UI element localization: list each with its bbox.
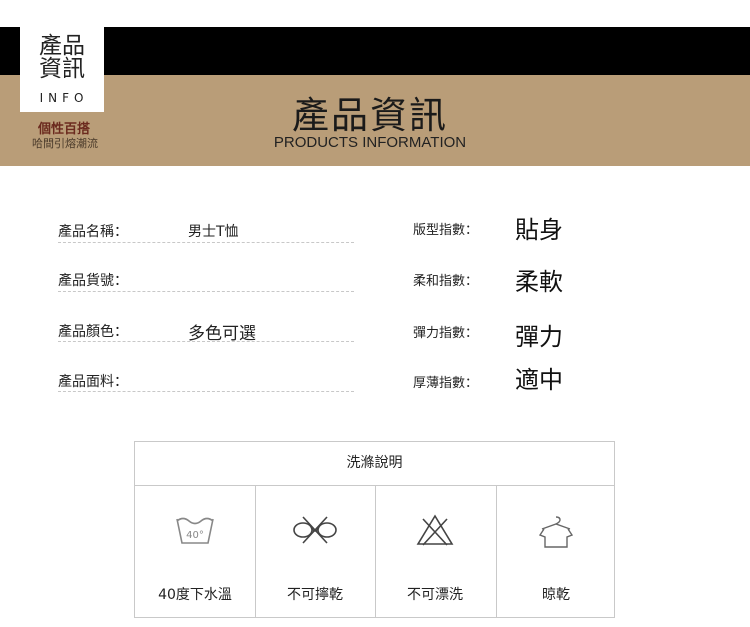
spec-value-name: 男士T恤 (188, 224, 239, 240)
care-title: 洗滌說明 (135, 442, 614, 486)
care-item: 40° 40度下水溫 (135, 485, 255, 617)
hang-dry-icon (496, 513, 616, 555)
spec-divider (58, 242, 354, 243)
no-wring-icon (255, 513, 375, 551)
spec-label-name: 產品名稱： (58, 224, 128, 240)
wash-40-icon-text: 40° (186, 530, 204, 541)
care-table: 洗滌說明 40° 40度下水溫 不可擰乾 不可漂洗 晾乾 (134, 441, 615, 618)
page-title: 產品資訊 (292, 94, 448, 137)
wash-40-icon: 40° (135, 513, 255, 551)
no-bleach-icon (375, 513, 495, 551)
care-item: 不可漂洗 (375, 485, 495, 617)
spec-divider (58, 341, 354, 342)
care-label: 不可漂洗 (407, 587, 463, 603)
spec-divider (58, 391, 354, 392)
tagline-sub: 哈間引熔潮流 (32, 137, 98, 150)
index-label-softness: 柔和指數： (413, 274, 479, 289)
info-badge-title-line1: 產品 (39, 33, 85, 59)
index-value-elasticity: 彈力 (515, 323, 563, 351)
care-label: 不可擰乾 (287, 587, 343, 603)
info-badge-title-line2: 資訊 (39, 56, 85, 82)
index-label-thickness: 厚薄指數： (413, 376, 479, 391)
spec-label-fabric: 產品面料： (58, 374, 128, 390)
info-badge-sub: INFO (39, 91, 89, 105)
index-value-fit: 貼身 (515, 216, 563, 244)
info-badge: 產品 資訊 INFO (20, 27, 104, 112)
care-label: 40度下水溫 (158, 587, 232, 603)
info-badge-title: 產品 資訊 (20, 35, 104, 81)
care-label: 晾乾 (542, 587, 570, 603)
index-value-softness: 柔軟 (515, 268, 563, 296)
care-item: 晾乾 (496, 485, 616, 617)
spec-label-color: 產品顏色： (58, 324, 128, 340)
spec-divider (58, 291, 354, 292)
index-label-fit: 版型指數： (413, 223, 479, 238)
care-item: 不可擰乾 (255, 485, 375, 617)
spec-label-sku: 產品貨號： (58, 273, 128, 289)
index-value-thickness: 適中 (515, 366, 563, 394)
index-label-elasticity: 彈力指數： (413, 326, 479, 341)
header-black-band (0, 27, 750, 75)
page-subtitle: PRODUCTS INFORMATION (273, 134, 467, 151)
